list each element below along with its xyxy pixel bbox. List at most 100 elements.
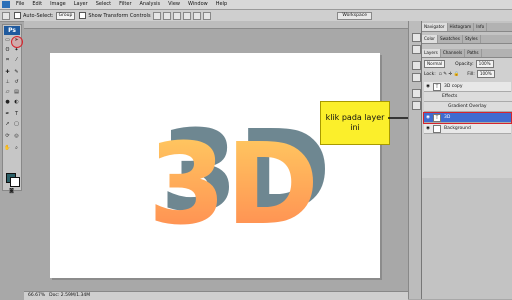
lock-icons[interactable]: ▫ ✎ ✛ 🔒: [439, 72, 460, 77]
crop-tool-icon[interactable]: ⌗: [4, 57, 11, 64]
align-middle-icon[interactable]: [162, 11, 171, 20]
app-icon: [2, 1, 10, 8]
layer-name: 3D: [444, 115, 451, 120]
menu-analysis[interactable]: Analysis: [136, 0, 165, 9]
tab-styles[interactable]: Styles: [463, 35, 481, 43]
background-color-swatch[interactable]: [10, 177, 20, 187]
menu-layer[interactable]: Layer: [70, 0, 92, 9]
hand-tool-icon[interactable]: ✋: [4, 145, 11, 152]
align-right-icon[interactable]: [202, 11, 211, 20]
layers-panel-tabs: Layers Channels Paths: [422, 49, 512, 58]
tab-histogram[interactable]: Histogram: [448, 23, 475, 31]
auto-select-dropdown[interactable]: Group: [55, 11, 76, 20]
dodge-tool-icon[interactable]: ◐: [13, 99, 20, 106]
tab-layers[interactable]: Layers: [422, 49, 441, 57]
fill-field[interactable]: 100%: [476, 70, 495, 78]
menu-help[interactable]: Help: [212, 0, 231, 9]
path-selection-icon[interactable]: ➚: [4, 121, 11, 128]
align-center-icon[interactable]: [192, 11, 201, 20]
layer-effects[interactable]: Effects: [424, 92, 512, 102]
menu-window[interactable]: Window: [184, 0, 212, 9]
3d-text-artwork: 3D 3D: [148, 115, 331, 235]
tab-swatches[interactable]: Swatches: [438, 35, 463, 43]
move-tool-preset-icon[interactable]: [2, 11, 10, 20]
callout-line-1: klik pada layer: [325, 113, 385, 122]
layer-gradient-overlay[interactable]: Gradient Overlay: [424, 102, 512, 112]
blend-row: Normal Opacity: 100%: [424, 60, 511, 68]
tab-navigator[interactable]: Navigator: [422, 23, 448, 31]
history-panel-icon[interactable]: [412, 33, 421, 42]
visibility-eye-icon[interactable]: ◉: [426, 115, 431, 120]
auto-select-label: Auto-Select:: [23, 12, 54, 19]
lock-row: Lock: ▫ ✎ ✛ 🔒 Fill: 100%: [424, 70, 511, 78]
blend-mode-dropdown[interactable]: Normal: [424, 60, 446, 68]
document-title: [24, 21, 408, 29]
align-top-icon[interactable]: [152, 11, 161, 20]
layer-name: Background: [444, 126, 471, 131]
3d-text-front: 3D: [148, 120, 319, 235]
menu-filter[interactable]: Filter: [115, 0, 135, 9]
3d-camera-icon[interactable]: ◎: [13, 133, 20, 140]
brush-tool-icon[interactable]: ✎: [13, 69, 20, 76]
align-left-icon[interactable]: [182, 11, 191, 20]
actions-panel-icon[interactable]: [412, 45, 421, 54]
tab-channels[interactable]: Channels: [441, 49, 466, 57]
menu-image[interactable]: Image: [46, 0, 70, 9]
menu-select[interactable]: Select: [92, 0, 115, 9]
navigator-panel-tabs: Navigator Histogram Info: [422, 23, 512, 32]
3d-rotate-icon[interactable]: ⟳: [4, 133, 11, 140]
marquee-tool-icon[interactable]: ▭: [4, 37, 11, 44]
clone-stamp-icon[interactable]: ⊥: [4, 79, 11, 86]
gradient-tool-icon[interactable]: ▤: [13, 89, 20, 96]
zoom-tool-icon[interactable]: ⌕: [13, 145, 20, 152]
panel-dock-icons: [408, 21, 422, 299]
lock-label: Lock:: [424, 71, 436, 77]
show-transform-label: Show Transform Controls: [88, 12, 151, 19]
lasso-tool-icon[interactable]: ʘ: [4, 47, 11, 54]
text-layer-thumb-icon: T: [433, 113, 441, 122]
callout-line-2: ini: [350, 123, 360, 132]
tab-paths[interactable]: Paths: [465, 49, 482, 57]
toolbox: Ps ▭ ➤ ʘ ✦ ⌗ ⁄ ✚ ✎ ⊥ ↺ ▱ ▤ ● ◐ ✒ T ➚ ▢ ⟳…: [2, 24, 23, 194]
layer-3d[interactable]: ◉ T 3D: [423, 112, 512, 124]
auto-select-checkbox[interactable]: [14, 12, 21, 19]
visibility-eye-icon[interactable]: ◉: [426, 126, 431, 131]
instruction-callout: klik pada layer ini: [320, 101, 390, 145]
text-layer-thumb-icon: T: [433, 82, 441, 91]
type-tool-icon[interactable]: T: [13, 111, 20, 118]
opacity-label: Opacity:: [455, 61, 474, 67]
tab-info[interactable]: Info: [474, 23, 488, 31]
quick-mask-icon[interactable]: ◙: [8, 188, 15, 195]
menu-bar: File Edit Image Layer Select Filter Anal…: [0, 0, 512, 10]
opacity-field[interactable]: 100%: [475, 60, 494, 68]
layer-effects-label: Effects: [442, 94, 458, 99]
workspace-button[interactable]: Workspace: [337, 12, 372, 20]
visibility-eye-icon[interactable]: ◉: [426, 84, 431, 89]
pen-tool-icon[interactable]: ✒: [4, 111, 11, 118]
menu-file[interactable]: File: [12, 0, 28, 9]
slice-tool-icon[interactable]: ⁄: [13, 57, 20, 64]
menu-edit[interactable]: Edit: [28, 0, 46, 9]
brushes-panel-icon[interactable]: [412, 89, 421, 98]
eraser-tool-icon[interactable]: ▱: [4, 89, 11, 96]
blur-tool-icon[interactable]: ●: [4, 99, 11, 106]
show-transform-checkbox[interactable]: [79, 12, 87, 19]
photoshop-logo: Ps: [4, 26, 20, 35]
character-panel-icon[interactable]: [412, 61, 421, 70]
layer-background[interactable]: ◉ Background: [424, 124, 511, 134]
layer-3d-copy[interactable]: ◉ T 3D copy: [424, 82, 511, 92]
fill-label: Fill:: [467, 71, 475, 77]
align-bottom-icon[interactable]: [172, 11, 181, 20]
history-brush-icon[interactable]: ↺: [13, 79, 20, 86]
canvas[interactable]: 3D 3D: [50, 53, 380, 278]
menu-view[interactable]: View: [164, 0, 184, 9]
background-thumb-icon: [433, 124, 441, 133]
color-panel-tabs: Color Swatches Styles: [422, 35, 512, 44]
shape-tool-icon[interactable]: ▢: [13, 121, 20, 128]
healing-brush-icon[interactable]: ✚: [4, 69, 11, 76]
paragraph-panel-icon[interactable]: [412, 73, 421, 82]
magic-wand-icon[interactable]: ✦: [13, 47, 20, 54]
layer-name: 3D copy: [444, 84, 463, 89]
clone-source-icon[interactable]: [412, 101, 421, 110]
tab-color[interactable]: Color: [422, 35, 438, 43]
